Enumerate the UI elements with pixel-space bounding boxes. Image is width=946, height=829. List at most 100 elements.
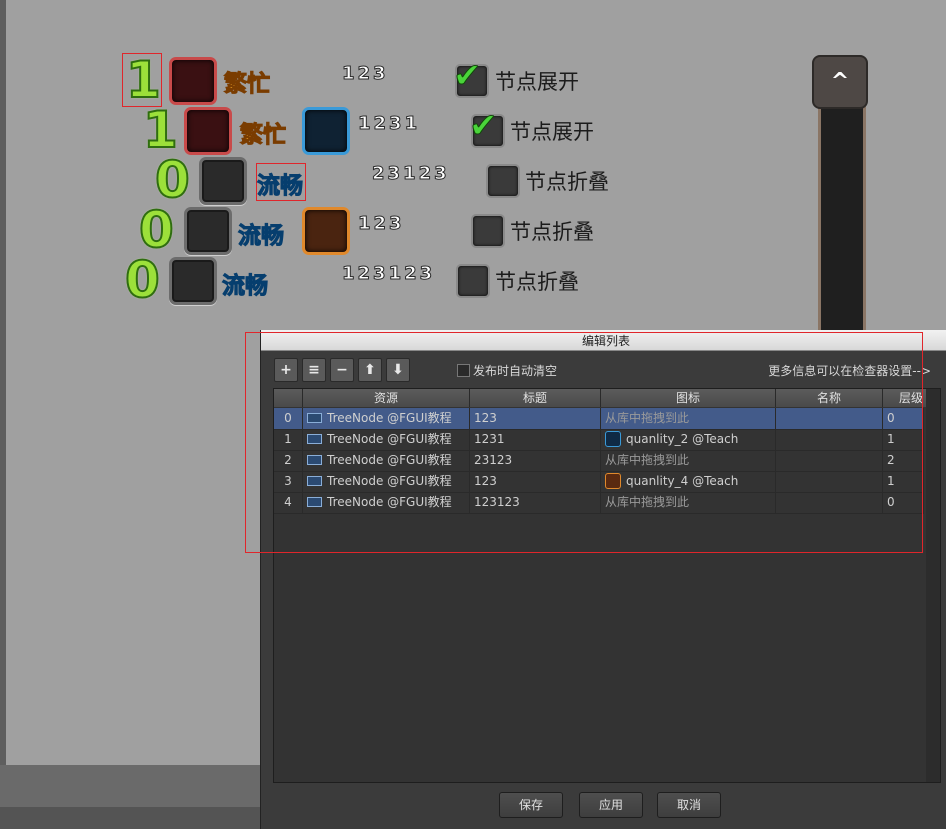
tree-row-status: 流畅	[238, 223, 285, 250]
stage-bottom-band	[0, 765, 260, 807]
tree-row-status: 繁忙	[224, 71, 271, 98]
cancel-button[interactable]: 取消	[657, 792, 721, 818]
row-title[interactable]: 123123	[470, 492, 601, 513]
row-level[interactable]: 0	[883, 492, 924, 513]
row-title[interactable]: 23123	[470, 450, 601, 471]
row-resource[interactable]: TreeNode @FGUI教程	[303, 450, 470, 471]
items-table: 资源 标题 图标 名称 层级 0 TreeNode @FGUI教程 123 从库…	[273, 388, 941, 783]
add-item-button[interactable]: +	[274, 358, 298, 382]
component-icon	[307, 454, 322, 465]
row-level[interactable]: 1	[883, 429, 924, 450]
tree-row-status: 繁忙	[240, 122, 287, 149]
node-state-label: 节点折叠	[525, 170, 609, 194]
component-icon	[307, 412, 322, 423]
node-expand-checkbox[interactable]: ✔	[469, 106, 505, 148]
node-state-label: 节点折叠	[495, 270, 579, 294]
scroll-up-button[interactable]: ^	[812, 55, 868, 109]
node-expand-checkbox[interactable]	[456, 264, 490, 298]
row-title[interactable]: 1231	[470, 429, 601, 450]
tree-row-level: 0	[138, 201, 175, 259]
table-scrollbar[interactable]	[926, 389, 940, 782]
row-name[interactable]	[776, 492, 883, 513]
column-header-title[interactable]: 标题	[470, 389, 601, 407]
node-expand-checkbox[interactable]	[471, 214, 505, 248]
row-name[interactable]	[776, 471, 883, 492]
tree-row-level: 0	[154, 151, 191, 209]
status-slot-icon	[169, 257, 217, 305]
row-index: 1	[274, 429, 303, 450]
status-slot-icon	[184, 107, 232, 155]
tree-row-level: 1	[125, 51, 162, 109]
component-icon	[307, 475, 322, 486]
move-down-button[interactable]: ⬇	[386, 358, 410, 382]
row-icon[interactable]: quanlity_2 @Teach	[601, 429, 776, 450]
column-header-name[interactable]: 名称	[776, 389, 883, 407]
status-slot-icon	[199, 157, 247, 205]
tree-row-value: 123123	[341, 263, 436, 285]
status-slot-icon	[184, 207, 232, 255]
quanlity-4-thumbnail-icon	[605, 472, 621, 489]
table-row[interactable]: 4 TreeNode @FGUI教程 123123 从库中拖拽到此 0	[274, 492, 924, 514]
row-level[interactable]: 2	[883, 450, 924, 471]
save-button[interactable]: 保存	[499, 792, 563, 818]
column-header-index	[274, 389, 303, 407]
row-name[interactable]	[776, 429, 883, 450]
row-index: 3	[274, 471, 303, 492]
row-level[interactable]: 0	[883, 408, 924, 429]
auto-clear-label: 发布时自动清空	[473, 364, 558, 378]
tree-row-value: 1231	[357, 113, 421, 135]
table-row[interactable]: 3 TreeNode @FGUI教程 123 quanlity_4 @Teach…	[274, 471, 924, 493]
tree-row-level: 0	[124, 251, 161, 309]
row-resource-text: TreeNode @FGUI教程	[327, 453, 452, 467]
row-icon[interactable]: 从库中拖拽到此	[601, 450, 776, 471]
tree-row-value: 123	[342, 63, 389, 85]
apply-button[interactable]: 应用	[579, 792, 643, 818]
row-index: 4	[274, 492, 303, 513]
row-resource[interactable]: TreeNode @FGUI教程	[303, 408, 470, 429]
row-icon[interactable]: 从库中拖拽到此	[601, 408, 776, 429]
dialog-title: 编辑列表	[261, 330, 946, 351]
component-icon	[307, 433, 322, 444]
row-resource-text: TreeNode @FGUI教程	[327, 411, 452, 425]
row-index: 2	[274, 450, 303, 471]
tree-row-status: 流畅	[257, 173, 304, 200]
row-icon-text: quanlity_2 @Teach	[626, 432, 739, 446]
tree-row-value: 23123	[372, 163, 450, 185]
row-icon[interactable]: 从库中拖拽到此	[601, 492, 776, 513]
quanlity-2-thumbnail-icon	[605, 430, 621, 447]
column-header-icon[interactable]: 图标	[601, 389, 776, 407]
row-icon-text: quanlity_4 @Teach	[626, 474, 739, 488]
row-resource[interactable]: TreeNode @FGUI教程	[303, 429, 470, 450]
table-row[interactable]: 0 TreeNode @FGUI教程 123 从库中拖拽到此 0	[274, 408, 924, 430]
remove-item-button[interactable]: −	[330, 358, 354, 382]
preview-scrollbar-track[interactable]	[818, 90, 866, 346]
edit-list-dialog: 编辑列表 + ≡ − ⬆ ⬇ 发布时自动清空 更多信息可以在检查器设置--> 资…	[260, 330, 946, 829]
row-title[interactable]: 123	[470, 471, 601, 492]
table-row[interactable]: 2 TreeNode @FGUI教程 23123 从库中拖拽到此 2	[274, 450, 924, 472]
table-row[interactable]: 1 TreeNode @FGUI教程 1231 quanlity_2 @Teac…	[274, 429, 924, 451]
checkmark-icon: ✔	[453, 56, 482, 97]
row-name[interactable]	[776, 408, 883, 429]
auto-clear-checkbox[interactable]	[457, 364, 470, 377]
tree-row-status: 流畅	[222, 273, 269, 300]
row-title[interactable]: 123	[470, 408, 601, 429]
row-resource[interactable]: TreeNode @FGUI教程	[303, 471, 470, 492]
move-up-button[interactable]: ⬆	[358, 358, 382, 382]
row-resource[interactable]: TreeNode @FGUI教程	[303, 492, 470, 513]
more-info-link[interactable]: 更多信息可以在检查器设置-->	[768, 362, 931, 379]
row-name[interactable]	[776, 450, 883, 471]
tree-row-level: 1	[142, 101, 179, 159]
column-header-resource[interactable]: 资源	[303, 389, 470, 407]
row-resource-text: TreeNode @FGUI教程	[327, 495, 452, 509]
node-expand-checkbox[interactable]	[486, 164, 520, 198]
row-icon[interactable]: quanlity_4 @Teach	[601, 471, 776, 492]
node-state-label: 节点折叠	[510, 220, 594, 244]
row-level[interactable]: 1	[883, 471, 924, 492]
row-resource-text: TreeNode @FGUI教程	[327, 432, 452, 446]
insert-item-button[interactable]: ≡	[302, 358, 326, 382]
status-slot-icon	[169, 57, 217, 105]
quanlity-2-icon	[302, 107, 350, 155]
node-expand-checkbox[interactable]: ✔	[453, 56, 489, 98]
stage-bottom-band-dark	[0, 807, 260, 829]
component-icon	[307, 496, 322, 507]
